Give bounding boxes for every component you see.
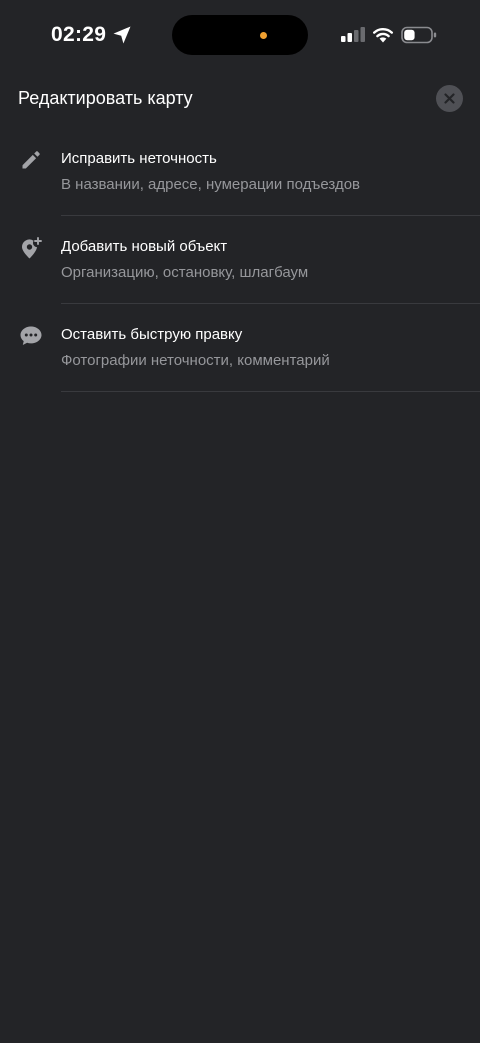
location-arrow-icon xyxy=(113,26,131,44)
menu-item-fix-inaccuracy[interactable]: Исправить неточность В названии, адресе,… xyxy=(0,128,480,216)
close-button[interactable] xyxy=(436,85,463,112)
chat-bubble-icon xyxy=(20,326,42,345)
divider xyxy=(61,391,480,392)
menu-item-title: Добавить новый объект xyxy=(61,238,228,255)
edit-options-list: Исправить неточность В названии, адресе,… xyxy=(0,128,480,392)
menu-item-title: Исправить неточность xyxy=(61,150,217,167)
cellular-signal-icon xyxy=(341,27,365,42)
menu-item-subtitle: Фотографии неточности, комментарий xyxy=(61,352,330,369)
menu-item-subtitle: В названии, адресе, нумерации подъездов xyxy=(61,176,361,193)
privacy-indicator-dot xyxy=(260,32,267,39)
wifi-icon xyxy=(373,28,393,43)
close-icon xyxy=(444,93,455,104)
sheet-title: Редактировать карту xyxy=(18,88,193,108)
menu-item-subtitle: Организацию, остановку, шлагбаум xyxy=(61,264,309,281)
dynamic-island xyxy=(172,15,308,55)
status-time: 02:29 xyxy=(51,23,107,46)
status-bar: 02:29 xyxy=(0,0,480,72)
battery-icon xyxy=(401,26,437,44)
menu-item-quick-edit[interactable]: Оставить быструю правку Фотографии неточ… xyxy=(0,304,480,392)
add-place-pin-icon xyxy=(21,237,42,259)
menu-item-add-new-object[interactable]: Добавить новый объект Организацию, остан… xyxy=(0,216,480,304)
pencil-icon xyxy=(22,151,40,169)
menu-item-title: Оставить быструю правку xyxy=(61,326,243,343)
